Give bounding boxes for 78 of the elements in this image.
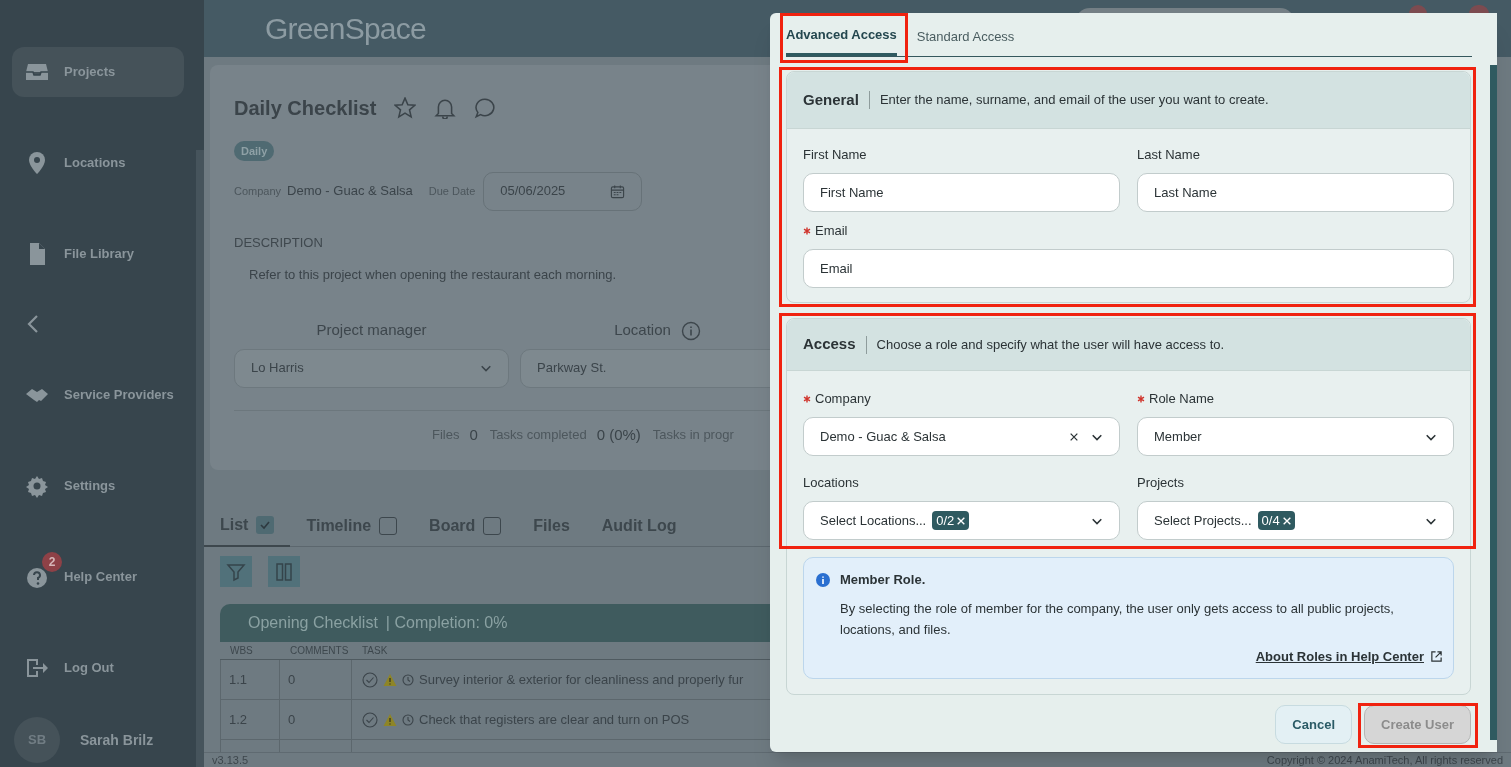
company-name: Demo - Guac & Salsa <box>287 182 413 201</box>
filter-icon <box>226 561 246 582</box>
logo: GreenSpace <box>265 11 426 47</box>
sidebar-item[interactable]: Log Out <box>12 642 184 693</box>
info-text: By selecting the role of member for the company, the user only gets access to all public projects, locations, and files. <box>840 599 1395 639</box>
date-field[interactable]: 05/06/2025 <box>483 171 643 211</box>
section-description: Enter the name, surname, and email of the user you want to create. <box>879 91 1269 110</box>
field-label: Role Name <box>1149 390 1215 409</box>
user-name: Sarah Brilz <box>80 730 154 750</box>
cancel-button[interactable]: Cancel <box>1275 705 1352 744</box>
section-label: DESCRIPTION <box>234 233 323 252</box>
tag: Daily <box>234 140 275 161</box>
warning-icon <box>383 712 397 727</box>
sidebar-item[interactable]: Projects <box>12 46 184 97</box>
text-input[interactable]: First Name <box>803 173 1120 212</box>
field-label: Company <box>815 390 871 409</box>
chat-icon <box>474 97 497 120</box>
dialog-tab[interactable]: Advanced Access <box>786 17 897 56</box>
sidebar-item[interactable]: Settings <box>12 460 184 511</box>
bell-icon <box>434 97 457 120</box>
count-chip[interactable]: 0/2 <box>932 511 970 530</box>
stat-value: 0 <box>469 424 478 445</box>
multi-select-field[interactable]: Select Locations... 0/2 <box>803 501 1120 540</box>
field-label: Location <box>614 320 671 341</box>
star-icon <box>394 97 417 120</box>
help-link[interactable]: About Roles in Help Center <box>1255 646 1443 666</box>
calendar-icon <box>610 183 626 199</box>
table-title: Opening Checklist <box>248 613 378 633</box>
project-title: Daily Checklist <box>234 96 377 122</box>
text-input[interactable]: Last Name <box>1137 173 1454 212</box>
field-label: Last Name <box>1137 146 1200 165</box>
check-circle-icon <box>362 671 378 688</box>
multi-select-field[interactable]: Select Projects... 0/4 <box>1137 501 1454 540</box>
external-link-icon <box>1430 649 1443 663</box>
notification-badge: 2 <box>42 551 62 572</box>
select-field[interactable]: Demo - Guac & Salsa <box>803 417 1120 456</box>
checkbox[interactable] <box>379 516 398 535</box>
select-field[interactable]: Member <box>1137 417 1454 456</box>
checkbox[interactable] <box>256 516 275 534</box>
chevron-left-icon <box>26 314 40 335</box>
warning-icon <box>383 672 397 687</box>
section-title: Access <box>803 334 856 355</box>
manager-select[interactable]: Lo Harris <box>234 348 509 388</box>
section-title: General <box>803 89 859 110</box>
columns-button[interactable] <box>268 556 300 587</box>
checkbox[interactable] <box>483 516 502 535</box>
location-select[interactable]: Parkway St. <box>520 348 770 388</box>
stat-value: 0 (0%) <box>596 424 641 445</box>
field-label: Email <box>815 222 848 241</box>
placeholder-text: Select Locations... <box>820 511 927 530</box>
clock-icon <box>402 713 414 726</box>
info-title: Member Role. <box>840 571 926 589</box>
field-label: Locations <box>803 474 859 493</box>
scrollbar[interactable] <box>1490 65 1497 740</box>
placeholder-text: Select Projects... <box>1154 511 1252 530</box>
remove-icon <box>956 515 967 526</box>
field-label: First Name <box>803 146 867 165</box>
scrollbar[interactable] <box>196 150 204 767</box>
checkmark-icon <box>259 519 272 531</box>
remove-icon <box>1281 515 1292 526</box>
field-label: Projects <box>1137 474 1184 493</box>
sidebar-item[interactable]: File Library <box>12 228 184 279</box>
dialog-tab[interactable]: Standard Access <box>916 17 1015 56</box>
info-icon <box>816 572 830 587</box>
sidebar-item[interactable]: Help Center 2 <box>12 551 184 602</box>
text-input[interactable]: Email <box>803 249 1454 288</box>
sidebar-item[interactable]: Locations <box>12 137 184 188</box>
filter-button[interactable] <box>220 556 252 587</box>
sidebar-item[interactable]: Service Providers <box>12 369 184 420</box>
section-description: Choose a role and specify what the user will have access to. <box>876 335 1225 354</box>
clock-icon <box>402 673 414 686</box>
completion-text: | Completion: 0% <box>385 613 508 633</box>
info-icon <box>680 320 701 341</box>
field-label: Project manager <box>316 320 427 341</box>
description-text: Refer to this project when opening the restaurant each morning. <box>248 266 617 284</box>
check-circle-icon <box>362 711 378 728</box>
count-chip[interactable]: 0/4 <box>1257 511 1295 530</box>
columns-icon <box>276 562 292 581</box>
